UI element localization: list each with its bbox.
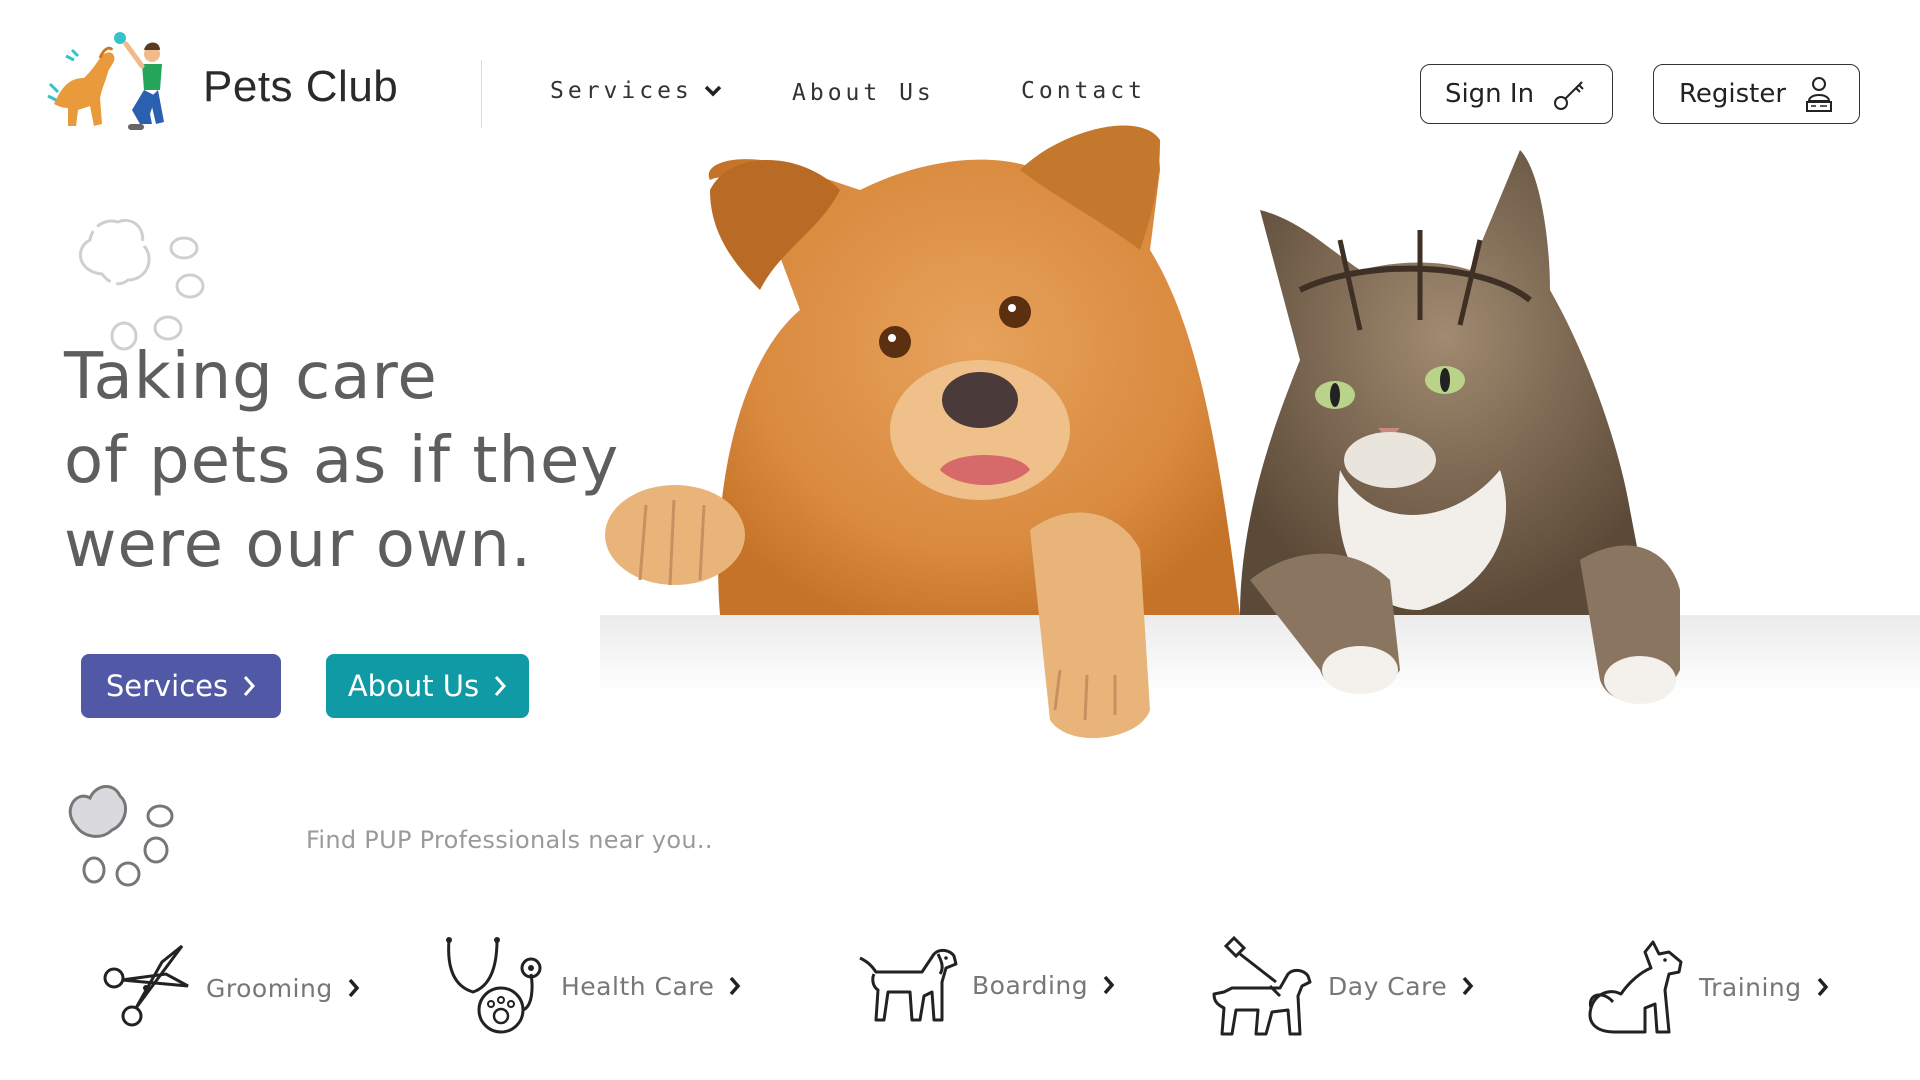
service-label: Day Care — [1328, 971, 1448, 1001]
key-icon — [1554, 81, 1584, 110]
chevron-right-icon — [244, 676, 256, 696]
service-label: Boarding — [972, 970, 1089, 1000]
service-label: Health Care — [561, 971, 715, 1001]
dog-icon — [859, 948, 958, 1022]
logo[interactable] — [44, 26, 174, 136]
service-boarding[interactable]: Boarding — [858, 946, 1116, 1024]
headline-line-1: Taking care — [64, 340, 438, 414]
dog-and-cat-image — [600, 125, 1920, 739]
nav-about-us[interactable]: About Us — [792, 80, 935, 106]
nav-contact[interactable]: Contact — [1021, 78, 1146, 104]
headline-line-3: were our own. — [64, 508, 533, 582]
dog-walking-icon — [1212, 935, 1312, 1036]
find-professionals-text: Find PUP Professionals near you.. — [306, 826, 713, 854]
sitting-dog-icon — [1588, 940, 1683, 1034]
sign-in-label: Sign In — [1444, 79, 1535, 109]
chevron-down-icon — [704, 85, 722, 97]
hero-services-label: Services — [105, 669, 229, 703]
paw-print-outline-icon — [79, 219, 205, 351]
user-register-icon — [1806, 77, 1833, 112]
brand-name[interactable]: Pets Club — [203, 62, 398, 112]
headline-line-2: of pets as if they — [64, 424, 620, 498]
service-label: Grooming — [206, 973, 333, 1003]
register-label: Register — [1678, 79, 1787, 109]
chevron-right-icon — [348, 978, 360, 998]
paw-print-icon — [68, 785, 174, 887]
hero-about-button[interactable]: About Us — [326, 654, 529, 718]
scissors-icon — [103, 944, 189, 1027]
chevron-right-icon — [1462, 976, 1474, 996]
stethoscope-icon — [446, 937, 542, 1034]
hero-services-button[interactable]: Services — [81, 654, 281, 718]
header-divider — [481, 60, 482, 128]
service-grooming[interactable]: Grooming — [96, 940, 361, 1036]
hero-headline: Taking care of pets as if they were our … — [64, 335, 619, 587]
chevron-right-icon — [730, 976, 741, 996]
chevron-right-icon — [1103, 975, 1115, 995]
nav-services-label: Services — [550, 78, 693, 104]
nav-services[interactable]: Services — [550, 78, 723, 104]
kid-playing-with-dog-logo — [47, 32, 164, 130]
chevron-right-icon — [1817, 977, 1828, 997]
service-training[interactable]: Training — [1585, 938, 1830, 1036]
nav-about-label: About Us — [792, 80, 935, 106]
service-day-care[interactable]: Day Care — [1210, 934, 1475, 1038]
service-label: Training — [1699, 972, 1802, 1002]
chevron-right-icon — [495, 676, 507, 696]
service-health-care[interactable]: Health Care — [443, 936, 742, 1036]
nav-contact-label: Contact — [1021, 78, 1146, 104]
hero-about-label: About Us — [347, 669, 480, 703]
